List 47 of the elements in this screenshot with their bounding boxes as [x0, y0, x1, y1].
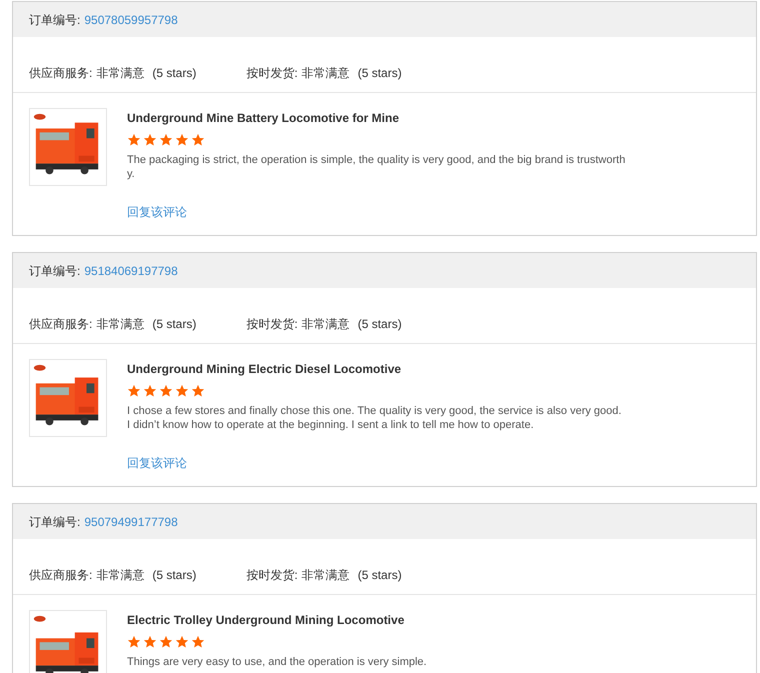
shipping-label: 按时发货: — [246, 316, 298, 333]
reply-link[interactable]: 回复该评论 — [127, 203, 187, 221]
order-number: 95078059957798 — [84, 12, 178, 28]
product-title: Electric Trolley Underground Mining Locomotive — [127, 612, 406, 629]
shipping-stars-text: (5 stars) — [358, 316, 402, 333]
service-rating: 非常满意 — [96, 316, 144, 333]
service-stars-text: (5 stars) — [152, 65, 196, 82]
star-icon — [143, 635, 157, 649]
product-title: Underground Mine Battery Locomotive for Mine — [127, 110, 400, 127]
service-label: 供应商服务: — [29, 316, 92, 333]
product-title: Underground Mining Electric Diesel Locomotive — [127, 361, 402, 378]
service-label: 供应商服务: — [29, 65, 92, 82]
star-icon — [191, 384, 205, 398]
star-icon — [175, 133, 189, 147]
shipping-stars-text: (5 stars) — [358, 65, 402, 82]
service-rating: 非常满意 — [96, 567, 144, 584]
shipping-label: 按时发货: — [246, 65, 298, 82]
order-label: 订单编号: — [29, 262, 80, 280]
star-icon — [143, 384, 157, 398]
shipping-rating: 非常满意 — [302, 567, 350, 584]
review-comment: I chose a few stores and finally chose this one. The quality is very good, the service is also very good. I didn’t know how to operate at the beginning. I sent a link to tell me how to operate. — [127, 404, 622, 432]
review-comment: Things are very easy to use, and the operation is very simple. — [127, 655, 428, 669]
shipping-label: 按时发货: — [246, 567, 298, 584]
star-icon — [127, 133, 141, 147]
service-stars-text: (5 stars) — [152, 567, 196, 584]
star-icon — [159, 133, 173, 147]
review-comment: The packaging is strict, the operation is simple, the quality is very good, and the big brand is trustworthy. — [127, 153, 626, 181]
star-icon — [127, 384, 141, 398]
star-icon — [191, 133, 205, 147]
order-label: 订单编号: — [29, 514, 80, 530]
star-icon — [143, 133, 157, 147]
order-number: 95079499177798 — [84, 514, 178, 530]
service-stars-text: (5 stars) — [152, 316, 196, 333]
service-label: 供应商服务: — [29, 567, 92, 584]
shipping-rating: 非常满意 — [302, 316, 350, 333]
order-number: 95184069197798 — [84, 262, 178, 280]
star-icon — [191, 635, 205, 649]
shipping-stars-text: (5 stars) — [358, 567, 402, 584]
star-icon — [159, 635, 173, 649]
star-icon — [127, 635, 141, 649]
service-rating: 非常满意 — [96, 65, 144, 82]
star-icon — [175, 384, 189, 398]
reply-link[interactable]: 回复该评论 — [127, 454, 187, 472]
star-icon — [175, 635, 189, 649]
shipping-rating: 非常满意 — [302, 65, 350, 82]
order-label: 订单编号: — [29, 12, 80, 28]
star-icon — [159, 384, 173, 398]
